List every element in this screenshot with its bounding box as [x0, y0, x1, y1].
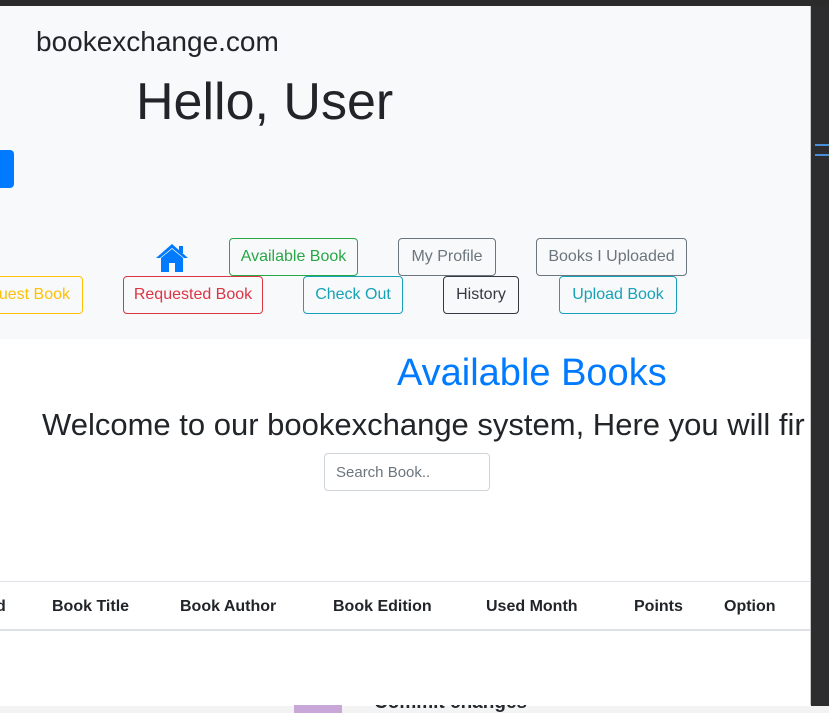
page-title: Available Books [397, 352, 667, 394]
table-header-book-title: Book Title [52, 598, 130, 615]
table-header-used-month: Used Month [486, 598, 578, 615]
background-editor-edge [811, 6, 829, 713]
editor-marker [815, 154, 829, 156]
table-border-bottom [0, 629, 810, 631]
logout-button[interactable] [0, 150, 14, 188]
table-header-points: Points [634, 598, 683, 615]
greeting-heading: Hello, User [136, 73, 394, 131]
books-uploaded-button[interactable]: Books I Uploaded [536, 238, 687, 276]
table-header-option: Option [724, 598, 776, 615]
editor-marker [815, 144, 829, 146]
requested-book-button[interactable]: Requested Book [123, 276, 263, 314]
my-profile-button[interactable]: My Profile [398, 238, 496, 276]
site-brand[interactable]: bookexchange.com [36, 26, 279, 58]
search-input[interactable] [324, 453, 490, 491]
history-button[interactable]: History [443, 276, 519, 314]
table-header-book-author: Book Author [180, 598, 277, 615]
check-out-button[interactable]: Check Out [303, 276, 403, 314]
table-header-book-edition: Book Edition [333, 598, 432, 615]
table-header-id: d [0, 598, 6, 616]
table-border-top [0, 581, 810, 582]
available-book-button[interactable]: Available Book [229, 238, 358, 276]
welcome-text: Welcome to our bookexchange system, Here… [42, 407, 805, 442]
browser-window: bookexchange.com Hello, User Available B… [0, 6, 811, 705]
upload-book-button[interactable]: Upload Book [559, 276, 677, 314]
home-icon[interactable] [155, 243, 189, 273]
request-book-button[interactable]: uest Book [0, 276, 83, 314]
